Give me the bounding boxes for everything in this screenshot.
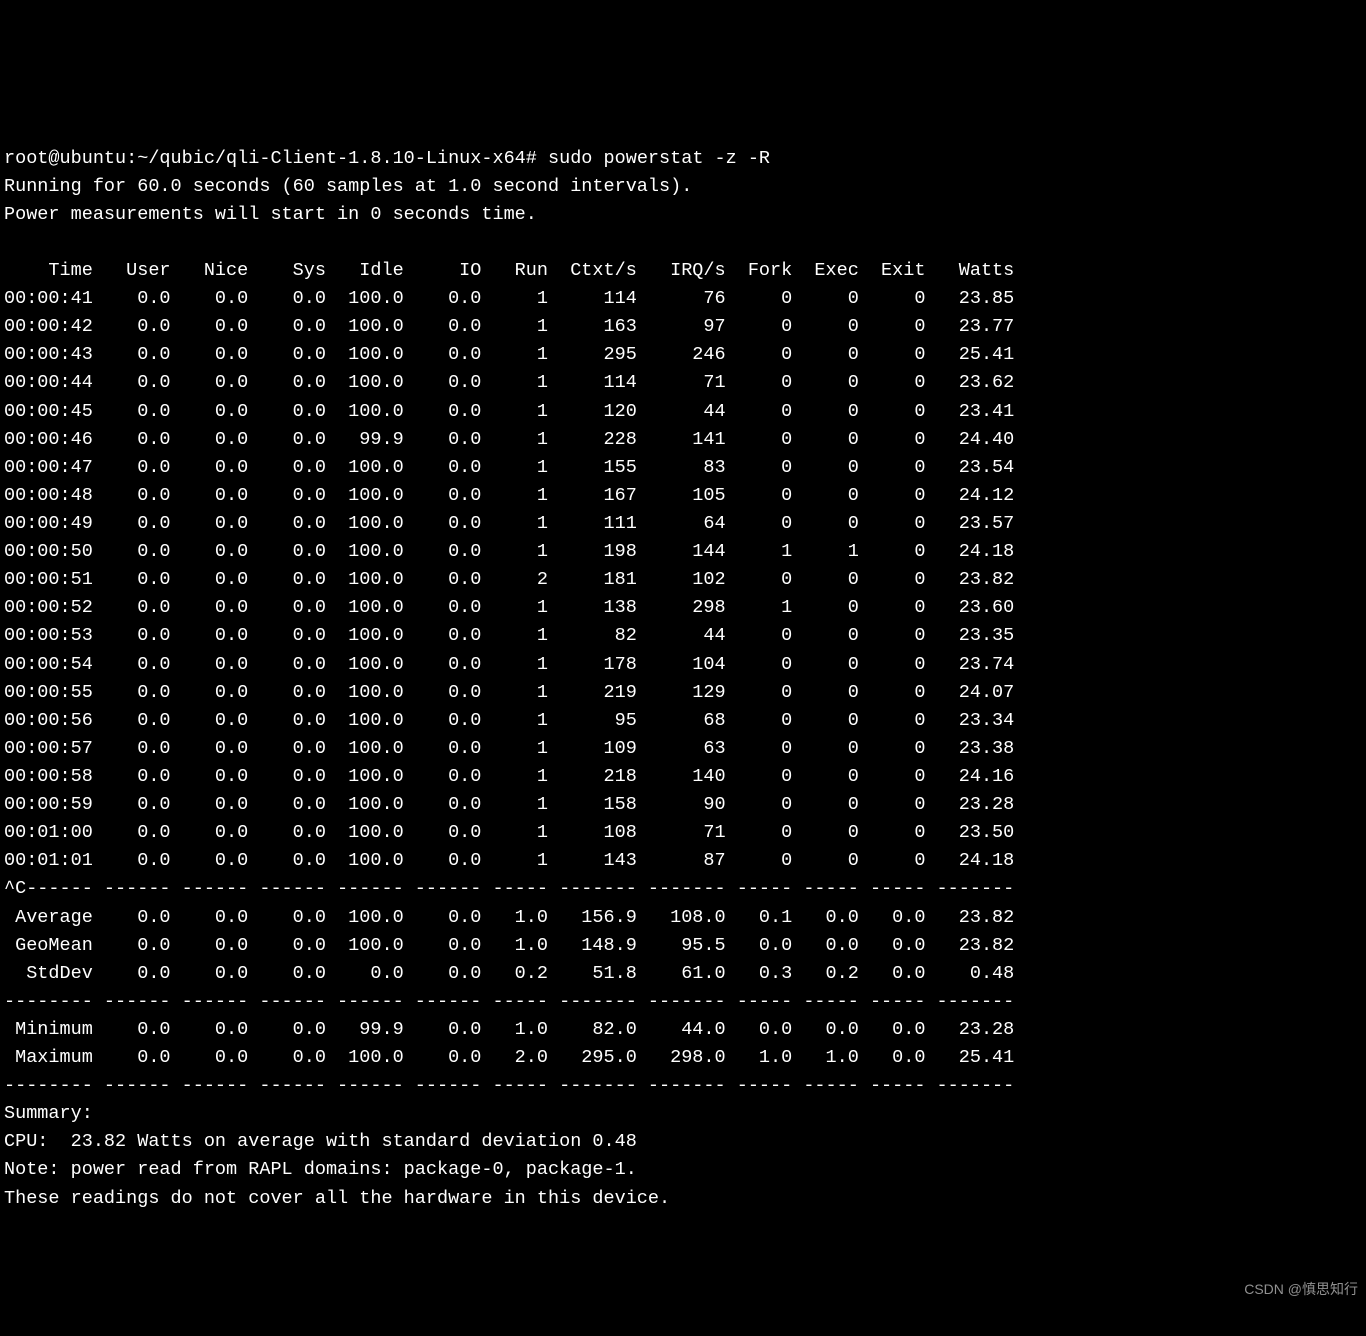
intro-line-1: Running for 60.0 seconds (60 samples at … <box>4 176 692 197</box>
summary-note2: These readings do not cover all the hard… <box>4 1188 670 1209</box>
terminal-output[interactable]: root@ubuntu:~/qubic/qli-Client-1.8.10-Li… <box>0 141 1366 1213</box>
csdn-watermark: CSDN @慎思知行 <box>1244 1279 1358 1300</box>
summary-heading: Summary: <box>4 1103 93 1124</box>
minmax-body: Minimum 0.0 0.0 0.0 99.9 0.0 1.0 82.0 44… <box>4 1019 1014 1068</box>
prompt-line: root@ubuntu:~/qubic/qli-Client-1.8.10-Li… <box>4 148 770 169</box>
table-header: Time User Nice Sys Idle IO Run Ctxt/s IR… <box>4 260 1014 281</box>
summary-note: Note: power read from RAPL domains: pack… <box>4 1159 637 1180</box>
prompt-prefix: root@ubuntu:~/qubic/qli-Client-1.8.10-Li… <box>4 148 548 169</box>
stats-body: Average 0.0 0.0 0.0 100.0 0.0 1.0 156.9 … <box>4 907 1014 984</box>
separator: -------- ------ ------ ------ ------ ---… <box>4 991 1014 1012</box>
break-separator: ^C------ ------ ------ ------ ------ ---… <box>4 878 1014 899</box>
summary-cpu: CPU: 23.82 Watts on average with standar… <box>4 1131 637 1152</box>
intro-line-2: Power measurements will start in 0 secon… <box>4 204 537 225</box>
table-body: 00:00:41 0.0 0.0 0.0 100.0 0.0 1 114 76 … <box>4 288 1014 871</box>
separator: -------- ------ ------ ------ ------ ---… <box>4 1075 1014 1096</box>
command-text: sudo powerstat -z -R <box>548 148 770 169</box>
